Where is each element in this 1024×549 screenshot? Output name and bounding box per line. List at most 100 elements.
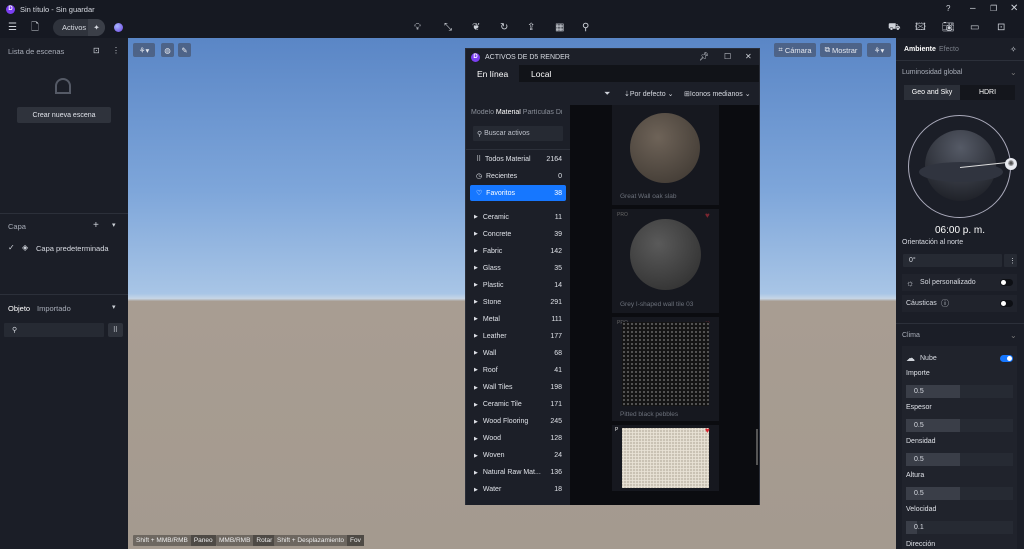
type-tab-more[interactable]: Di xyxy=(556,109,563,116)
image-edit-icon[interactable]: 🖾 xyxy=(915,22,926,34)
add-layer-icon[interactable]: + xyxy=(93,220,99,232)
expand-arrow-icon[interactable]: ▶ xyxy=(474,299,478,305)
category-item[interactable]: ▶ Wood Flooring 245 xyxy=(470,414,566,430)
expand-arrow-icon[interactable]: ▶ xyxy=(474,419,478,425)
globe-icon[interactable]: ◍ xyxy=(161,43,174,57)
expand-arrow-icon[interactable]: ▶ xyxy=(474,453,478,459)
north-input[interactable]: 0° xyxy=(903,254,1002,267)
show-button[interactable]: ⧉ Mostrar xyxy=(820,43,862,57)
value-slider[interactable]: 0.1 xyxy=(906,521,1013,534)
favorite-heart-icon[interactable]: ♥ xyxy=(705,210,710,222)
pin-window-icon[interactable]: 📌︎ xyxy=(699,51,709,63)
category-item[interactable]: ▶ Natural Raw Mat... 136 xyxy=(470,465,566,481)
navigation-mode-button[interactable]: ⚘▾ xyxy=(133,43,155,57)
category-item[interactable]: ▶ Glass 35 xyxy=(470,260,566,276)
quick-all-materials[interactable]: ⠿ Todos Material 2164 xyxy=(470,151,566,167)
filter-icon[interactable]: ⏷ xyxy=(604,88,610,100)
grid-view-button[interactable]: ⠿ xyxy=(108,323,123,337)
close-window-icon[interactable]: ✕ xyxy=(745,51,752,63)
category-item[interactable]: ▶ Fabric 142 xyxy=(470,243,566,259)
category-item[interactable]: ▶ Wall 68 xyxy=(470,345,566,361)
tab-environment[interactable]: Ambiente xyxy=(904,46,936,53)
value-slider[interactable]: 0.5 xyxy=(906,385,1013,398)
quick-recent[interactable]: ◷ Recientes 0 xyxy=(470,168,566,184)
expand-arrow-icon[interactable]: ▶ xyxy=(474,248,478,254)
brush-icon[interactable]: ✎ xyxy=(178,43,191,57)
category-item[interactable]: ▶ Plastic 14 xyxy=(470,277,566,293)
maximize-icon[interactable]: ☐ xyxy=(724,51,731,63)
value-slider[interactable]: 0.5 xyxy=(906,419,1013,432)
assets-scrollbar[interactable] xyxy=(756,429,758,465)
expand-arrow-icon[interactable]: ▶ xyxy=(474,333,478,339)
asset-card[interactable]: PRO ♥ Grey I-shaped wall tile 03 xyxy=(612,209,719,313)
mode-geo-sky[interactable]: Geo and Sky xyxy=(904,85,960,100)
category-item[interactable]: ▶ Stone 291 xyxy=(470,294,566,310)
light-bulb-icon[interactable]: 💡︎ xyxy=(414,22,421,34)
expand-arrow-icon[interactable]: ▶ xyxy=(474,316,478,322)
expand-arrow-icon[interactable]: ▶ xyxy=(474,265,478,271)
category-item[interactable]: ▶ Ceramic 11 xyxy=(470,209,566,225)
category-item[interactable]: ▶ Metal 111 xyxy=(470,311,566,327)
custom-sun-toggle[interactable] xyxy=(1000,279,1013,286)
expand-arrow-icon[interactable]: ▶ xyxy=(474,214,478,220)
pin-icon[interactable]: ⚲ xyxy=(582,22,589,34)
mode-hdri[interactable]: HDRI xyxy=(960,85,1015,100)
chevron-down-icon[interactable]: ⌄ xyxy=(1010,67,1017,79)
category-item[interactable]: ▶ Woven 24 xyxy=(470,448,566,464)
caustics-toggle[interactable] xyxy=(1000,300,1013,307)
category-item[interactable]: ▶ Leather 177 xyxy=(470,328,566,344)
collapse-icon[interactable]: ▾ xyxy=(112,302,116,314)
camera-button[interactable]: ⌗ Cámara xyxy=(774,43,816,57)
video-icon[interactable]: ▭ xyxy=(970,22,979,34)
ai-orb-icon[interactable] xyxy=(114,23,123,32)
file-icon[interactable]: 🗋 xyxy=(31,22,39,34)
type-tab-model[interactable]: Modelo xyxy=(471,109,494,116)
expand-arrow-icon[interactable]: ▶ xyxy=(474,487,478,493)
category-item[interactable]: ▶ Wall Tiles 198 xyxy=(470,380,566,396)
category-item[interactable]: ▶ Wood 128 xyxy=(470,431,566,447)
expand-arrow-icon[interactable]: ▶ xyxy=(474,385,478,391)
help-icon[interactable]: ⓘ xyxy=(941,298,949,310)
material-icon[interactable]: ▦ xyxy=(555,22,564,34)
gallery-icon[interactable]: ⊡ xyxy=(997,22,1005,34)
render-icon[interactable]: ⛟ xyxy=(888,22,901,34)
expand-arrow-icon[interactable]: ▶ xyxy=(474,436,478,442)
sort-dropdown[interactable]: ⇣Por defecto ⌄ xyxy=(624,90,674,98)
menu-icon[interactable]: ☰ xyxy=(8,22,17,34)
leaf-icon[interactable]: ❦ xyxy=(472,22,480,34)
collapse-icon[interactable]: ▾ xyxy=(112,220,116,232)
expand-arrow-icon[interactable]: ▶ xyxy=(474,282,478,288)
create-scene-button[interactable]: Crear nueva escena xyxy=(17,107,111,123)
default-layer[interactable]: Capa predeterminada xyxy=(36,244,109,253)
tab-effect[interactable]: Efecto xyxy=(939,46,959,53)
expand-arrow-icon[interactable]: ▶ xyxy=(474,231,478,237)
asset-card[interactable]: Great Wall oak slab xyxy=(612,105,719,205)
tab-object[interactable]: Objeto xyxy=(8,304,30,313)
sparkle-icon[interactable]: ✧ xyxy=(1010,44,1017,56)
minimize-icon[interactable]: – xyxy=(970,3,976,15)
scene-preview-icon[interactable]: ⊡ xyxy=(93,45,100,57)
category-item[interactable]: ▶ Water 18 xyxy=(470,482,566,498)
refresh-icon[interactable]: ↻ xyxy=(500,22,508,34)
view-dropdown[interactable]: ⊞Iconos medianos ⌄ xyxy=(684,90,751,98)
category-item[interactable]: ▶ Ceramic Tile 171 xyxy=(470,397,566,413)
camera-icon[interactable]: 📷︎ xyxy=(942,22,955,34)
assets-toggle-button[interactable]: Activos ✦ xyxy=(53,19,105,36)
tab-local[interactable]: Local xyxy=(531,69,551,79)
expand-arrow-icon[interactable]: ▶ xyxy=(474,402,478,408)
help-icon[interactable]: ? xyxy=(946,3,950,15)
import-icon[interactable]: ⇪ xyxy=(527,22,535,34)
tab-imported[interactable]: Importado xyxy=(37,304,71,313)
expand-arrow-icon[interactable]: ▶ xyxy=(474,350,478,356)
favorite-heart-icon[interactable]: ♥ xyxy=(705,425,710,437)
chevron-down-icon[interactable]: ⌄ xyxy=(1010,330,1017,342)
type-tab-particles[interactable]: Partículas xyxy=(523,109,554,116)
more-icon[interactable]: ⋮ xyxy=(112,45,120,57)
sun-handle[interactable]: ✺ xyxy=(1005,158,1017,170)
asset-card[interactable]: PRO ♥ Pitted black pebbles xyxy=(612,317,719,421)
category-item[interactable]: ▶ Roof 41 xyxy=(470,362,566,378)
expand-arrow-icon[interactable]: ▶ xyxy=(474,367,478,373)
tab-online[interactable]: En línea xyxy=(466,65,519,82)
type-tab-material[interactable]: Material xyxy=(496,109,521,116)
check-icon[interactable]: ✓ xyxy=(8,242,15,254)
